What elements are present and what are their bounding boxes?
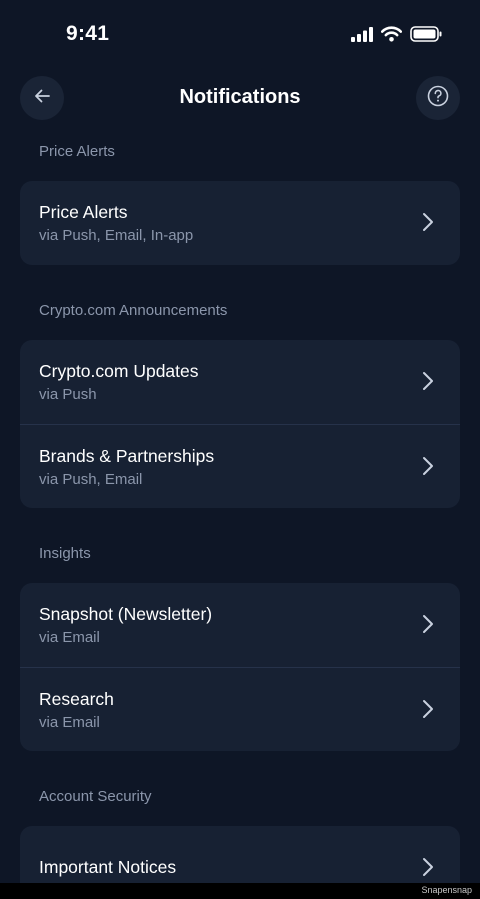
section-card-announcements: Crypto.com Updates via Push Brands & Par… — [20, 340, 460, 508]
list-item-subtitle: via Email — [39, 629, 100, 646]
list-item-research[interactable]: Research via Email — [20, 667, 460, 751]
list-item-title: Research — [39, 688, 114, 709]
section-label-announcements: Crypto.com Announcements — [39, 302, 228, 319]
list-item-subtitle: via Push — [39, 386, 97, 403]
section-label-insights: Insights — [39, 545, 91, 562]
list-item-crypto-updates[interactable]: Crypto.com Updates via Push — [20, 340, 460, 424]
list-item-brands-partnerships[interactable]: Brands & Partnerships via Push, Email — [20, 424, 460, 508]
chevron-right-icon — [422, 614, 434, 639]
list-item-title: Price Alerts — [39, 202, 128, 222]
chevron-right-icon — [422, 456, 434, 481]
section-card-insights: Snapshot (Newsletter) via Email Research… — [20, 583, 460, 751]
list-item-title: Crypto.com Updates — [39, 361, 199, 381]
list-item-title: Snapshot (Newsletter) — [39, 604, 213, 624]
battery-icon — [410, 26, 442, 47]
section-card-price-alerts: Price Alerts via Push, Email, In-app — [20, 181, 460, 265]
help-button[interactable] — [416, 76, 460, 120]
chevron-right-icon — [422, 371, 434, 396]
status-icons — [351, 26, 442, 47]
watermark-bar: Snapensnap — [0, 883, 480, 899]
list-item-title: Brands & Partnerships — [39, 445, 215, 466]
status-bar: 9:41 — [0, 0, 480, 70]
chevron-right-icon — [422, 699, 434, 724]
list-item-price-alerts[interactable]: Price Alerts via Push, Email, In-app — [20, 181, 460, 265]
list-item-subtitle: via Push, Email, In-app — [39, 227, 194, 244]
list-item-subtitle: via Email — [39, 713, 100, 731]
list-item-subtitle: via Push, Email — [39, 470, 143, 488]
status-time: 9:41 — [66, 22, 110, 45]
list-item-title: Important Notices — [39, 857, 177, 877]
cellular-signal-icon — [351, 26, 373, 47]
section-label-price-alerts: Price Alerts — [39, 143, 115, 160]
list-item-snapshot-newsletter[interactable]: Snapshot (Newsletter) via Email — [20, 583, 460, 667]
chevron-right-icon — [422, 857, 434, 882]
nav-header: Notifications — [0, 76, 480, 122]
watermark-text: Snapensnap — [421, 885, 472, 895]
question-circle-icon — [427, 85, 449, 112]
wifi-icon — [380, 26, 403, 47]
section-label-account-security: Account Security — [39, 788, 152, 805]
chevron-right-icon — [422, 212, 434, 237]
settings-list: Price Alerts Price Alerts via Push, Emai… — [20, 140, 460, 899]
page-title: Notifications — [179, 86, 301, 108]
